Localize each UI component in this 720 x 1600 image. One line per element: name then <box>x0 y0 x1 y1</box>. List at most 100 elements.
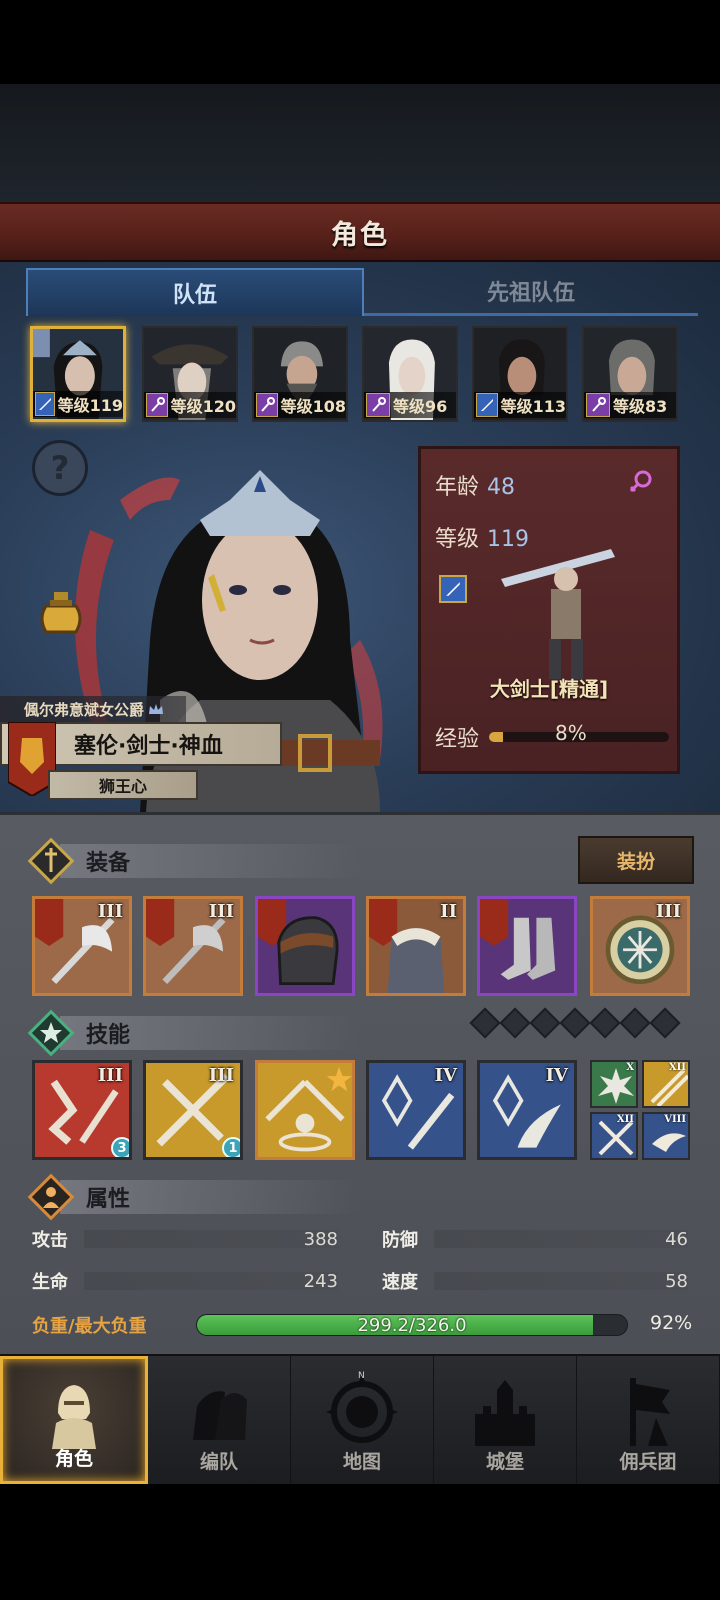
mercenary-banner-icon <box>630 1378 670 1446</box>
bottom-nav: 角色 编队 N 地图 城堡 佣兵团 <box>0 1354 720 1484</box>
upper-background <box>0 84 720 202</box>
tier-label: II <box>440 901 457 922</box>
attributes-label: 属性 <box>86 1187 131 1212</box>
party-member-3[interactable]: 等级108 <box>252 326 348 422</box>
equipment-label: 装备 <box>86 851 131 876</box>
empty-skill-slot-icon <box>499 1007 531 1039</box>
attack-label: 攻击 <box>32 1230 68 1251</box>
level-text: 等级119 <box>57 396 123 415</box>
passive-skill-2[interactable]: XII <box>642 1060 690 1108</box>
noble-title: 偑尔弗意斌女公爵 <box>0 696 186 722</box>
level-tag: 等级108 <box>254 392 346 418</box>
defense-label: 防御 <box>382 1230 418 1251</box>
nav-castle[interactable]: 城堡 <box>434 1356 577 1484</box>
passive-skill-4[interactable]: VIII <box>642 1112 690 1160</box>
question-mark-icon: ? <box>50 449 70 487</box>
load-bar: 299.2/326.0 <box>196 1314 628 1336</box>
unit-model-art <box>501 549 615 679</box>
sword-class-icon <box>439 575 467 603</box>
skill-charge-badge: 3 <box>111 1137 129 1157</box>
equipment-slot-boots[interactable] <box>477 896 577 996</box>
tier-label: IV <box>434 1065 457 1086</box>
level-text: 等级108 <box>280 397 346 416</box>
svg-text:N: N <box>358 1371 365 1381</box>
exp-row: 经验 <box>435 721 670 753</box>
tier-label: III <box>97 1065 123 1086</box>
equipment-slot-amulet[interactable]: III <box>590 896 690 996</box>
level-text: 等级113 <box>500 397 566 416</box>
defense-value: 46 <box>665 1228 688 1250</box>
nav-label: 地图 <box>342 1451 381 1473</box>
hp-row: 生命 243 <box>32 1266 338 1296</box>
nav-map[interactable]: N 地图 <box>291 1356 434 1484</box>
title-banner: 角色 <box>0 202 720 262</box>
empty-skill-slot-icon <box>619 1007 651 1039</box>
skill-charge-badge: 1 <box>222 1137 240 1157</box>
party-member-1[interactable]: 等级119 <box>30 326 126 422</box>
party-member-4[interactable]: 等级96 <box>362 326 458 422</box>
skill-slot-3[interactable] <box>255 1060 355 1160</box>
level-tag: 等级119 <box>33 391 123 417</box>
level-text: 等级83 <box>613 397 668 416</box>
skill-slot-5[interactable]: IV <box>477 1060 577 1160</box>
helmet-icon <box>258 899 352 993</box>
exp-fill <box>489 732 504 742</box>
nav-formation[interactable]: 编队 <box>148 1356 291 1484</box>
equipment-header: 装备 <box>26 836 130 886</box>
tier-label: IV <box>545 1065 568 1086</box>
status-bar-area <box>0 0 720 84</box>
nav-mercenary[interactable]: 佣兵团 <box>577 1356 720 1484</box>
party-row: 等级119 等级120 等级108 等级96 等级113 等级83 <box>30 326 690 422</box>
party-member-2[interactable]: 等级120 <box>142 326 238 422</box>
age-label: 年龄 <box>435 475 480 500</box>
formation-icon <box>193 1391 247 1440</box>
level-tag: 等级120 <box>144 392 236 418</box>
equipment-slot-weapon-1[interactable]: III <box>32 896 132 996</box>
tab-team[interactable]: 队伍 <box>26 268 364 316</box>
dress-up-button[interactable]: 装扮 <box>578 836 694 884</box>
empty-skill-slot-icon <box>559 1007 591 1039</box>
exp-percent: 8% <box>555 721 587 745</box>
equipment-slot-helmet[interactable] <box>255 896 355 996</box>
page-title: 角色 <box>331 219 389 251</box>
skill-slot-2[interactable]: III 1 <box>143 1060 243 1160</box>
staff-class-icon <box>586 393 610 417</box>
castle-icon <box>475 1380 535 1446</box>
person-attribute-icon <box>27 1173 75 1221</box>
skill-slot-1[interactable]: III 3 <box>32 1060 132 1160</box>
hp-value: 243 <box>303 1270 338 1292</box>
passive-skill-1[interactable]: X <box>590 1060 638 1108</box>
skills-header: 技能 <box>26 1008 130 1058</box>
tier-label: III <box>97 901 123 922</box>
sword-class-icon <box>476 393 498 417</box>
stat-bar <box>84 1230 338 1248</box>
tier-label: III <box>208 901 234 922</box>
load-text: 299.2/326.0 <box>357 1314 467 1336</box>
star-skill-icon <box>27 1009 75 1057</box>
level-tag: 等级83 <box>584 392 676 418</box>
nav-label: 角色 <box>54 1448 93 1470</box>
skill-point-slots <box>469 1007 681 1039</box>
speed-label: 速度 <box>382 1272 418 1293</box>
equipment-slot-weapon-2[interactable]: III <box>143 896 243 996</box>
nav-character[interactable]: 角色 <box>0 1356 148 1484</box>
attack-value: 388 <box>303 1228 338 1250</box>
party-member-5[interactable]: 等级113 <box>472 326 568 422</box>
equipment-slot-armor[interactable]: II <box>366 896 466 996</box>
level-label: 等级 <box>435 527 480 552</box>
boots-icon <box>480 899 574 993</box>
skill-slot-4[interactable]: IV <box>366 1060 466 1160</box>
passive-skill-3[interactable]: XII <box>590 1112 638 1160</box>
nav-label: 城堡 <box>485 1451 524 1473</box>
speed-row: 速度 58 <box>382 1266 688 1296</box>
age-row: 年龄 48 <box>435 469 515 501</box>
empty-skill-slot-icon <box>529 1007 561 1039</box>
defense-row: 防御 46 <box>382 1224 688 1254</box>
trait-plate[interactable]: 狮王心 <box>48 770 198 800</box>
tab-ancestor-team[interactable]: 先祖队伍 <box>364 268 698 316</box>
help-button[interactable]: ? <box>32 440 88 496</box>
noble-title-text: 偑尔弗意斌女公爵 <box>24 700 145 719</box>
attributes-header: 属性 <box>26 1172 130 1222</box>
potion-button[interactable] <box>32 586 90 644</box>
party-member-6[interactable]: 等级83 <box>582 326 678 422</box>
